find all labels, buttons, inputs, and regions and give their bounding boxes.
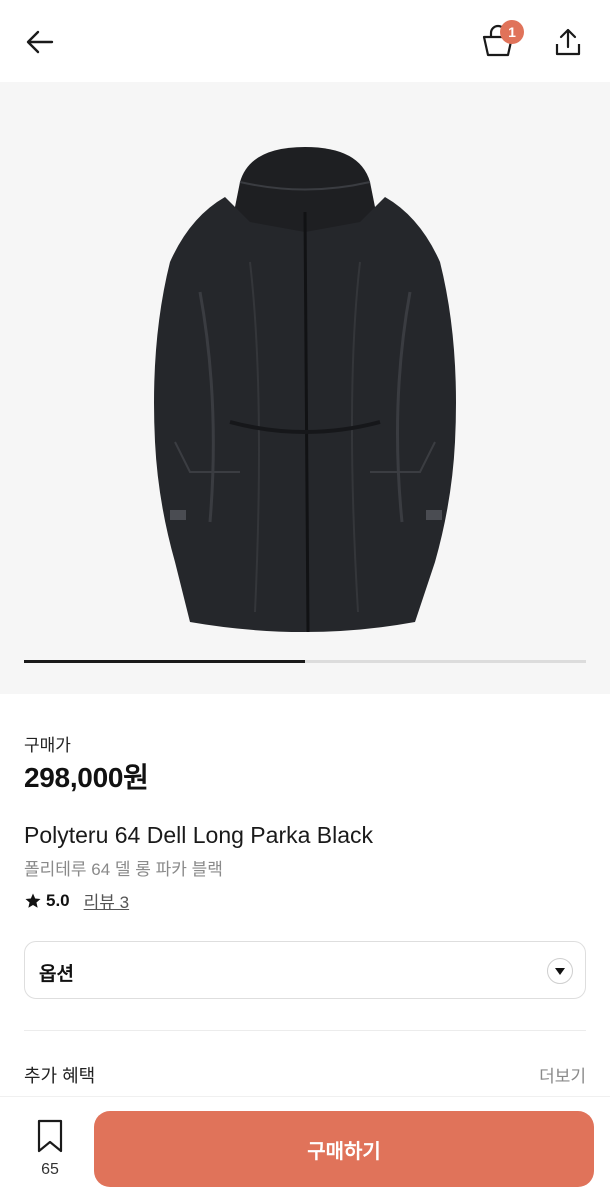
rating-row: 5.0 리뷰 3 (24, 888, 129, 913)
benefits-heading: 추가 혜택 (24, 1066, 96, 1086)
gallery-progress-indicator (24, 660, 586, 663)
price-label: 구매가 (24, 736, 71, 755)
share-button[interactable] (546, 20, 590, 64)
bookmark-icon (37, 1119, 63, 1153)
option-dropdown-toggle (547, 958, 573, 984)
product-image (154, 147, 456, 633)
bottom-action-bar: 65 구매하기 (0, 1096, 610, 1200)
chevron-down-icon (555, 968, 565, 975)
back-arrow-icon (26, 30, 54, 54)
option-label: 옵션 (39, 964, 74, 985)
gallery-progress-fill (24, 660, 305, 663)
bookmark-button[interactable]: 65 (22, 1117, 78, 1187)
product-title-ko: 폴리테루 64 델 롱 파카 블랙 (24, 860, 223, 879)
buy-button[interactable]: 구매하기 (94, 1111, 594, 1187)
product-title-en: Polyteru 64 Dell Long Parka Black (24, 822, 374, 848)
section-divider (24, 1030, 586, 1031)
product-image-gallery[interactable] (0, 82, 610, 694)
top-app-bar: 1 (0, 0, 610, 82)
benefits-more-link[interactable]: 더보기 (539, 1062, 586, 1087)
rating-score: 5.0 (46, 890, 70, 910)
option-select[interactable]: 옵션 (24, 941, 586, 999)
share-icon (555, 28, 581, 56)
bookmark-count: 65 (41, 1161, 59, 1178)
review-link[interactable]: 리뷰 3 (84, 888, 129, 913)
cart-count-badge: 1 (500, 20, 524, 44)
back-button[interactable] (20, 22, 60, 62)
star-icon (25, 893, 41, 908)
product-detail-page: 1 구매가 298,000원 Polyteru 64 Dell Long Par… (0, 0, 610, 1200)
price-value: 298,000원 (24, 762, 149, 793)
